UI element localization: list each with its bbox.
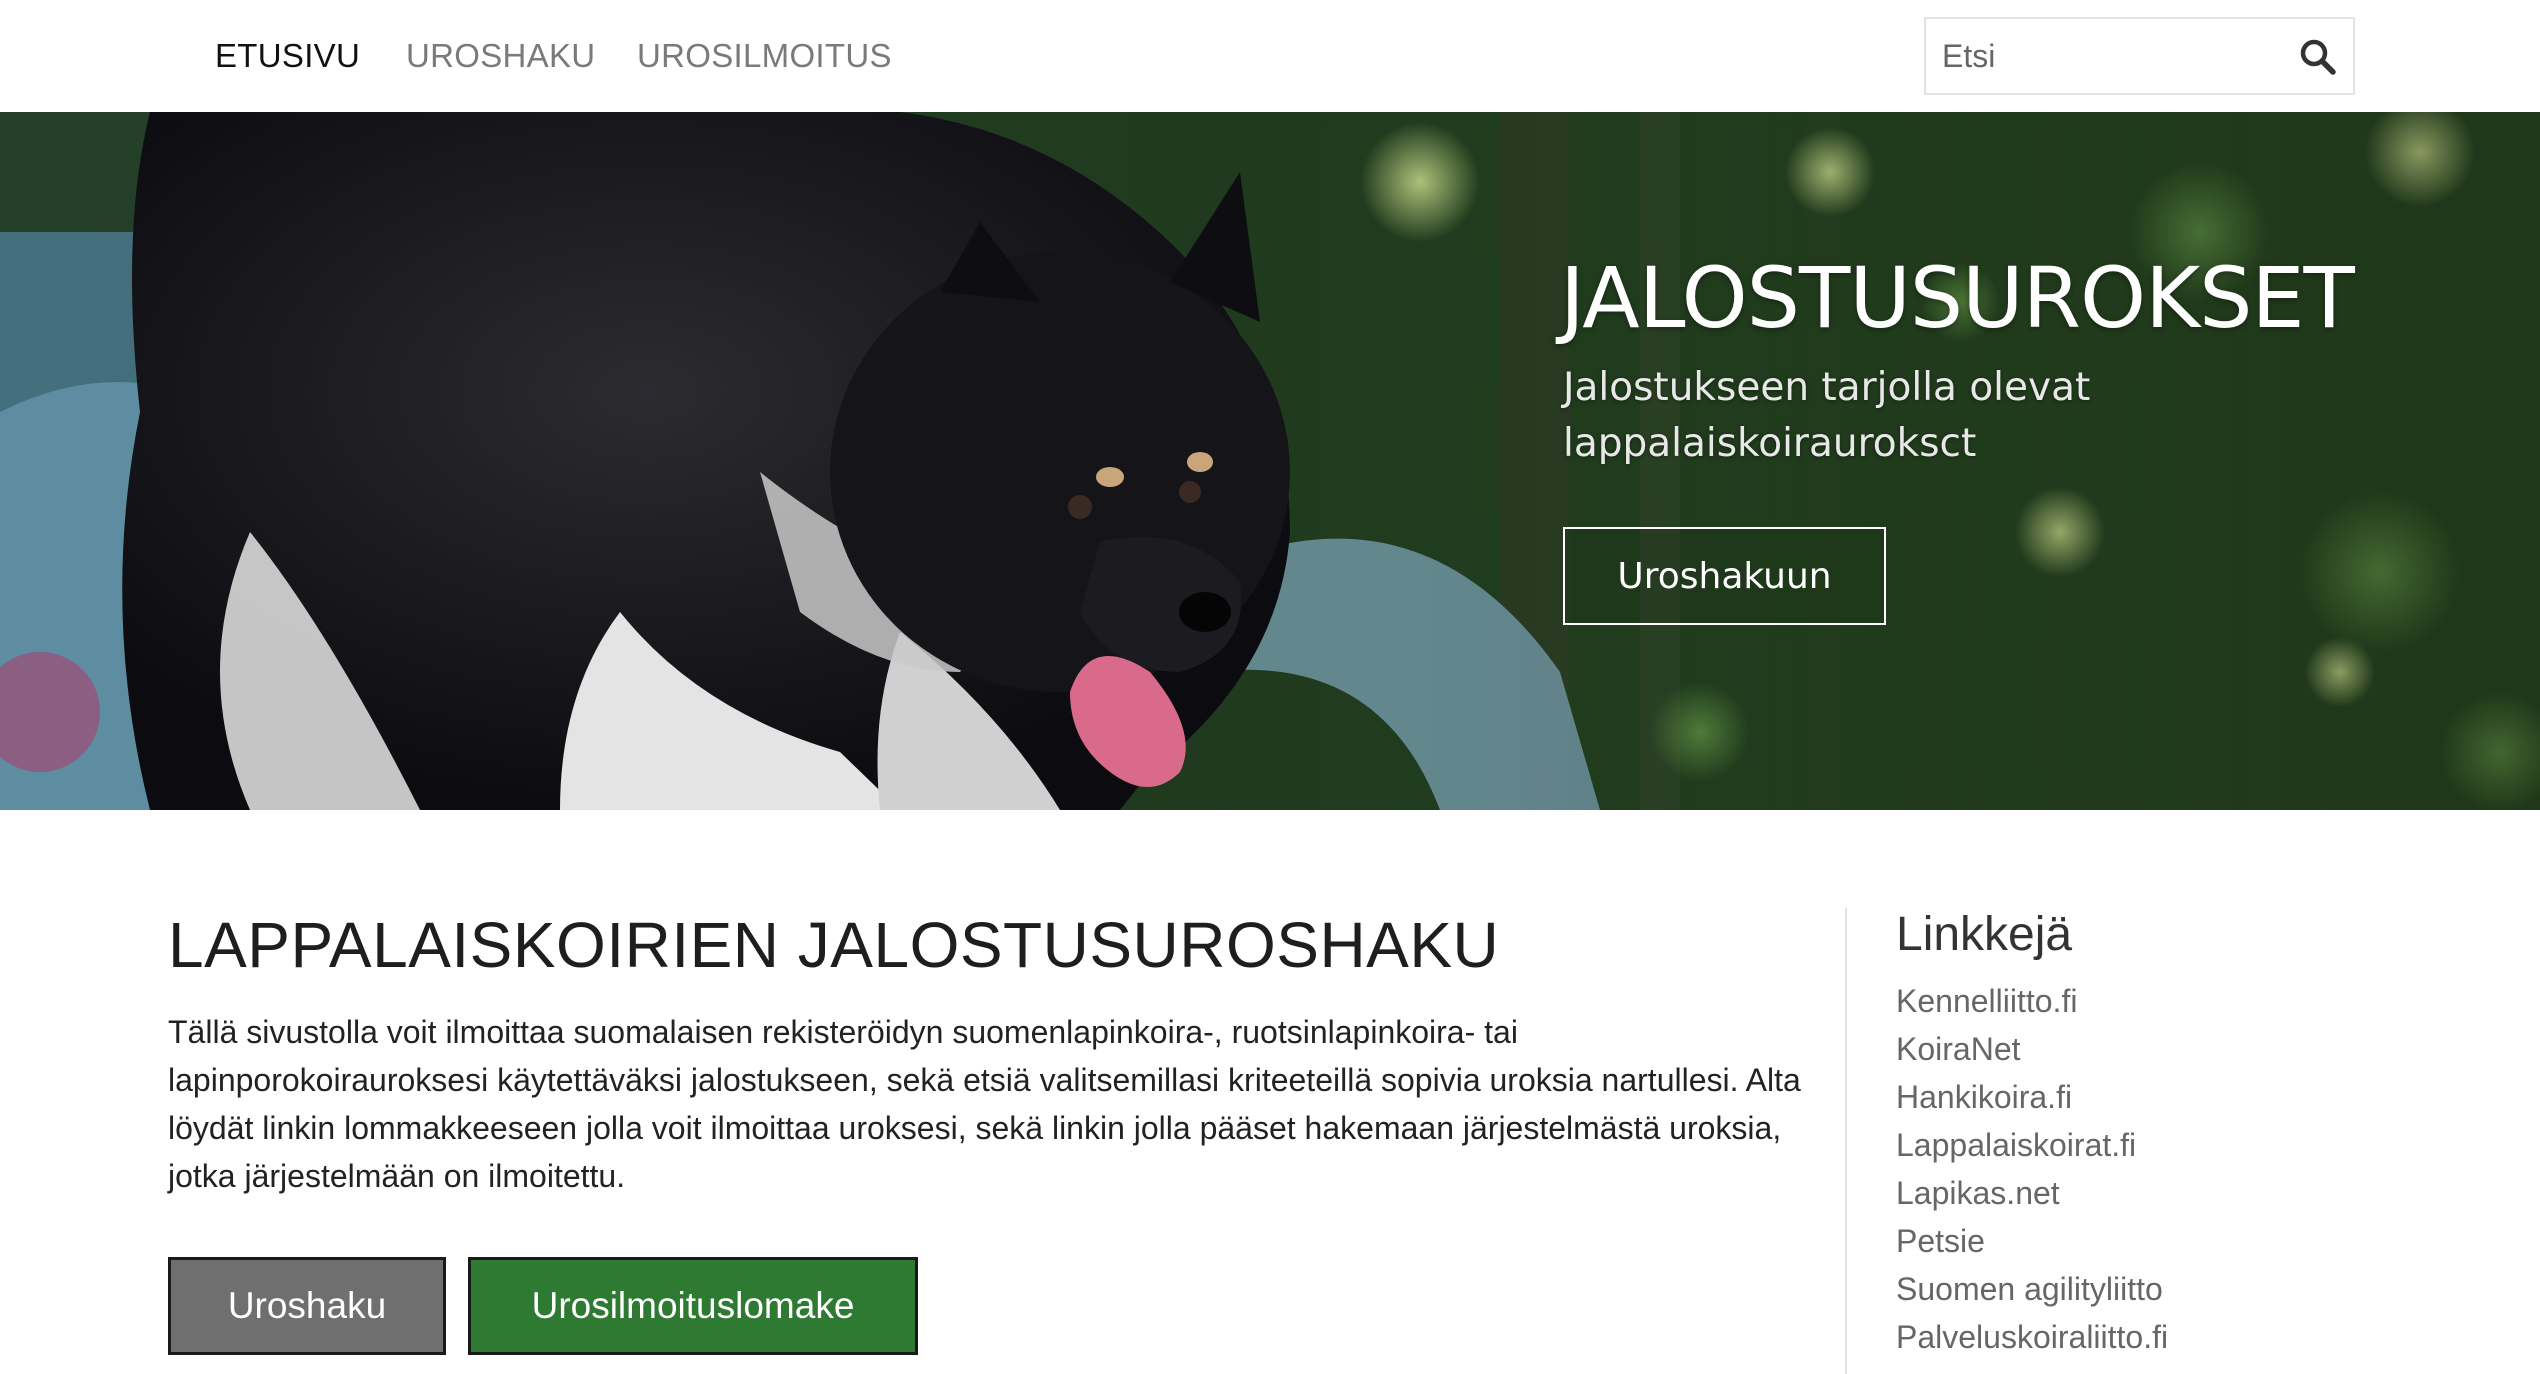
links-list: Kennelliitto.fi KoiraNet Hankikoira.fi L… bbox=[1896, 977, 2168, 1361]
link-petsie[interactable]: Petsie bbox=[1896, 1217, 2168, 1265]
search-box bbox=[1924, 17, 2355, 95]
nav-item-uroshaku[interactable]: UROSHAKU bbox=[406, 36, 595, 76]
nav-item-urosilmoitus[interactable]: UROSILMOITUS bbox=[637, 36, 892, 76]
search-input[interactable] bbox=[1926, 19, 2266, 93]
link-agilityliitto[interactable]: Suomen agilityliitto bbox=[1896, 1265, 2168, 1313]
sidebar-divider bbox=[1845, 908, 1847, 1374]
uroshaku-button[interactable]: Uroshaku bbox=[168, 1257, 446, 1355]
page-title: LAPPALAISKOIRIEN JALOSTUSUROSHAKU bbox=[168, 909, 1500, 981]
link-kennelliitto[interactable]: Kennelliitto.fi bbox=[1896, 977, 2168, 1025]
link-koiranet[interactable]: KoiraNet bbox=[1896, 1025, 2168, 1073]
sidebar-title: Linkkejä bbox=[1896, 908, 2073, 961]
top-navigation: ETUSIVU UROSHAKU UROSILMOITUS bbox=[0, 0, 2540, 112]
hero-banner: JALOSTUSUROKSET Jalostukseen tarjolla ol… bbox=[0, 112, 2540, 810]
hero-subtitle: Jalostukseen tarjolla olevat lappalaisko… bbox=[1563, 365, 2091, 466]
hero-title: JALOSTUSUROKSET bbox=[1560, 249, 2355, 347]
link-hankikoira[interactable]: Hankikoira.fi bbox=[1896, 1073, 2168, 1121]
link-lappalaiskoirat[interactable]: Lappalaiskoirat.fi bbox=[1896, 1121, 2168, 1169]
search-icon[interactable] bbox=[2297, 36, 2339, 78]
nav-item-etusivu[interactable]: ETUSIVU bbox=[215, 36, 360, 76]
intro-text: Tällä sivustolla voit ilmoittaa suomalai… bbox=[168, 1014, 1801, 1194]
urosilmoituslomake-button[interactable]: Urosilmoituslomake bbox=[468, 1257, 918, 1355]
uroshakuun-button[interactable]: Uroshakuun bbox=[1563, 527, 1886, 625]
link-lapikas[interactable]: Lapikas.net bbox=[1896, 1169, 2168, 1217]
link-palveluskoiraliitto[interactable]: Palveluskoiraliitto.fi bbox=[1896, 1313, 2168, 1361]
